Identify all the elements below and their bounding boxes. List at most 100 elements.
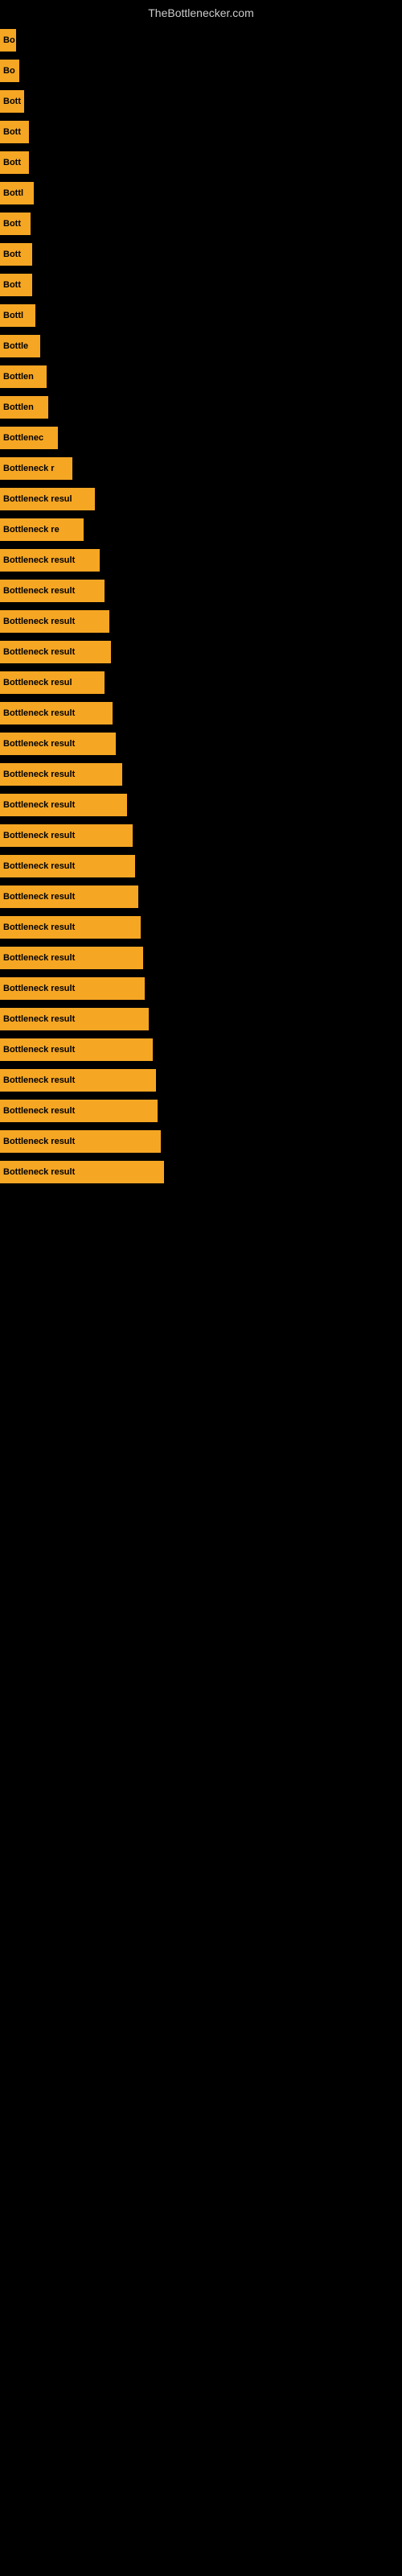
bar-23: Bottleneck result <box>0 733 116 755</box>
bar-row: Bott <box>0 119 402 145</box>
bar-0: Bo <box>0 29 16 52</box>
bar-row: Bo <box>0 27 402 53</box>
bar-label-16: Bottleneck re <box>3 525 59 535</box>
bar-label-12: Bottlen <box>3 402 34 412</box>
bar-24: Bottleneck result <box>0 763 122 786</box>
bar-1: Bo <box>0 60 19 82</box>
bar-15: Bottleneck resul <box>0 488 95 510</box>
bar-label-11: Bottlen <box>3 372 34 382</box>
bar-row: Bottleneck result <box>0 1159 402 1185</box>
bar-row: Bottlen <box>0 364 402 390</box>
bar-label-17: Bottleneck result <box>3 555 75 565</box>
bar-21: Bottleneck resul <box>0 671 105 694</box>
bar-row: Bottleneck re <box>0 517 402 543</box>
bar-row: Bottleneck result <box>0 547 402 573</box>
bar-row: Bottleneck result <box>0 639 402 665</box>
bar-row: Bott <box>0 211 402 237</box>
bar-label-36: Bottleneck result <box>3 1137 75 1146</box>
bar-label-5: Bottl <box>3 188 23 198</box>
bar-label-29: Bottleneck result <box>3 923 75 932</box>
bar-22: Bottleneck result <box>0 702 113 724</box>
bar-28: Bottleneck result <box>0 886 138 908</box>
bar-row: Bott <box>0 242 402 267</box>
bar-12: Bottlen <box>0 396 48 419</box>
bar-9: Bottl <box>0 304 35 327</box>
bar-8: Bott <box>0 274 32 296</box>
bar-row: Bottleneck result <box>0 1006 402 1032</box>
bar-37: Bottleneck result <box>0 1161 164 1183</box>
bar-27: Bottleneck result <box>0 855 135 877</box>
bar-label-13: Bottlenec <box>3 433 43 443</box>
bar-row: Bottleneck result <box>0 609 402 634</box>
bar-row: Bottleneck result <box>0 884 402 910</box>
bar-row: Bottlenec <box>0 425 402 451</box>
bar-row: Bottleneck result <box>0 731 402 757</box>
bar-row: Bottleneck result <box>0 700 402 726</box>
bar-10: Bottle <box>0 335 40 357</box>
bar-label-37: Bottleneck result <box>3 1167 75 1177</box>
bar-label-28: Bottleneck result <box>3 892 75 902</box>
bar-label-23: Bottleneck result <box>3 739 75 749</box>
bar-row: Bottle <box>0 333 402 359</box>
bar-label-32: Bottleneck result <box>3 1014 75 1024</box>
bar-label-26: Bottleneck result <box>3 831 75 840</box>
bar-17: Bottleneck result <box>0 549 100 572</box>
bar-label-4: Bott <box>3 158 21 167</box>
bar-row: Bottleneck result <box>0 578 402 604</box>
bar-3: Bott <box>0 121 29 143</box>
bar-label-15: Bottleneck resul <box>3 494 72 504</box>
bar-row: Bottleneck result <box>0 914 402 940</box>
bar-7: Bott <box>0 243 32 266</box>
bar-label-21: Bottleneck resul <box>3 678 72 687</box>
bar-11: Bottlen <box>0 365 47 388</box>
bar-row: Bottleneck result <box>0 1098 402 1124</box>
bar-row: Bottl <box>0 303 402 328</box>
bar-label-35: Bottleneck result <box>3 1106 75 1116</box>
bar-row: Bottleneck r <box>0 456 402 481</box>
bar-row: Bott <box>0 89 402 114</box>
bar-label-34: Bottleneck result <box>3 1075 75 1085</box>
bar-row: Bottleneck resul <box>0 670 402 696</box>
site-title: TheBottlenecker.com <box>0 0 402 23</box>
bar-14: Bottleneck r <box>0 457 72 480</box>
bar-row: Bott <box>0 150 402 175</box>
bar-label-33: Bottleneck result <box>3 1045 75 1055</box>
bar-34: Bottleneck result <box>0 1069 156 1092</box>
bar-label-7: Bott <box>3 250 21 259</box>
bar-label-6: Bott <box>3 219 21 229</box>
bar-label-1: Bo <box>3 66 15 76</box>
bar-label-9: Bottl <box>3 311 23 320</box>
bar-label-8: Bott <box>3 280 21 290</box>
bar-label-14: Bottleneck r <box>3 464 55 473</box>
bar-26: Bottleneck result <box>0 824 133 847</box>
bar-label-3: Bott <box>3 127 21 137</box>
bar-4: Bott <box>0 151 29 174</box>
bar-row: Bottl <box>0 180 402 206</box>
bar-5: Bottl <box>0 182 34 204</box>
bar-6: Bott <box>0 213 31 235</box>
bar-row: Bottlen <box>0 394 402 420</box>
bar-label-18: Bottleneck result <box>3 586 75 596</box>
bar-16: Bottleneck re <box>0 518 84 541</box>
bar-20: Bottleneck result <box>0 641 111 663</box>
bar-31: Bottleneck result <box>0 977 145 1000</box>
bar-19: Bottleneck result <box>0 610 109 633</box>
bar-label-27: Bottleneck result <box>3 861 75 871</box>
bar-row: Bottleneck result <box>0 976 402 1001</box>
bar-row: Bottleneck result <box>0 853 402 879</box>
bar-label-24: Bottleneck result <box>3 770 75 779</box>
bar-row: Bottleneck result <box>0 1037 402 1063</box>
bar-row: Bottleneck result <box>0 792 402 818</box>
bar-row: Bottleneck result <box>0 762 402 787</box>
bar-36: Bottleneck result <box>0 1130 161 1153</box>
bar-row: Bottleneck result <box>0 1067 402 1093</box>
bar-13: Bottlenec <box>0 427 58 449</box>
bar-label-19: Bottleneck result <box>3 617 75 626</box>
bar-label-31: Bottleneck result <box>3 984 75 993</box>
bar-label-30: Bottleneck result <box>3 953 75 963</box>
bar-2: Bott <box>0 90 24 113</box>
bar-label-0: Bo <box>3 35 15 45</box>
bar-18: Bottleneck result <box>0 580 105 602</box>
bar-32: Bottleneck result <box>0 1008 149 1030</box>
bar-row: Bottleneck result <box>0 945 402 971</box>
